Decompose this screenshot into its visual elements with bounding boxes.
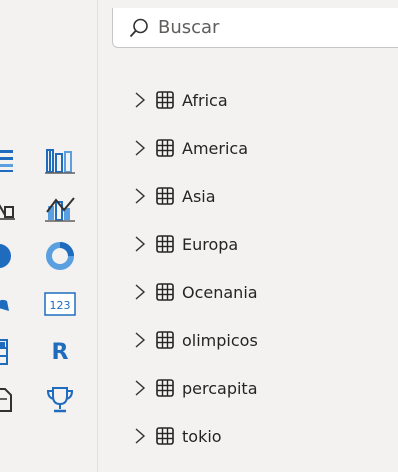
combo-chart-icon[interactable]: [42, 190, 78, 226]
matrix-icon[interactable]: [0, 142, 22, 178]
table-icon: [156, 139, 174, 157]
table-list: Africa America Asia Europa Ocenania olim…: [98, 76, 398, 460]
chevron-right-icon[interactable]: [133, 331, 147, 349]
table-icon: [156, 283, 174, 301]
card-icon[interactable]: 123: [42, 286, 78, 322]
table-visual-icon[interactable]: [0, 334, 22, 370]
table-item-label: Europa: [182, 234, 239, 254]
table-item-label: percapita: [182, 378, 258, 398]
chevron-right-icon[interactable]: [133, 283, 147, 301]
table-item-tokio[interactable]: tokio: [98, 412, 398, 460]
table-item-label: America: [182, 138, 248, 158]
chevron-right-icon[interactable]: [133, 91, 147, 109]
r-visual-label: R: [51, 339, 69, 365]
r-visual-icon[interactable]: R: [42, 334, 78, 370]
search-box[interactable]: [112, 8, 398, 48]
table-item-label: Asia: [182, 186, 216, 206]
table-item-europa[interactable]: Europa: [98, 220, 398, 268]
filled-map-icon[interactable]: [0, 238, 20, 274]
ribbon-chart-icon[interactable]: [42, 142, 78, 178]
card-icon-text: 123: [50, 299, 71, 312]
table-item-percapita[interactable]: percapita: [98, 364, 398, 412]
table-icon: [156, 187, 174, 205]
donut-chart-icon[interactable]: [42, 238, 78, 274]
table-item-label: Ocenania: [182, 282, 258, 302]
table-item-africa[interactable]: Africa: [98, 76, 398, 124]
data-pane: Africa America Asia Europa Ocenania: [98, 0, 398, 472]
table-icon: [156, 91, 174, 109]
shape-map-icon[interactable]: [0, 286, 22, 322]
chevron-right-icon[interactable]: [133, 139, 147, 157]
chevron-right-icon[interactable]: [133, 427, 147, 445]
table-icon: [156, 427, 174, 445]
trophy-icon[interactable]: [42, 382, 78, 418]
table-item-label: olimpicos: [182, 330, 258, 350]
chevron-right-icon[interactable]: [133, 379, 147, 397]
search-input[interactable]: [158, 17, 388, 38]
table-item-america[interactable]: America: [98, 124, 398, 172]
table-item-label: Africa: [182, 90, 228, 110]
table-item-asia[interactable]: Asia: [98, 172, 398, 220]
table-icon: [156, 235, 174, 253]
chevron-right-icon[interactable]: [133, 187, 147, 205]
table-item-label: tokio: [182, 426, 222, 446]
table-icon: [156, 331, 174, 349]
chevron-right-icon[interactable]: [133, 235, 147, 253]
table-item-ocenania[interactable]: Ocenania: [98, 268, 398, 316]
search-icon: [129, 18, 148, 37]
document-icon[interactable]: [0, 382, 22, 418]
table-icon: [156, 379, 174, 397]
app-root: 123 R Buscar Africa America Asia Europa …: [0, 0, 398, 472]
waterfall-chart-icon[interactable]: [0, 190, 22, 226]
table-item-olimpicos[interactable]: olimpicos: [98, 316, 398, 364]
visualizations-pane: 123 R: [0, 0, 97, 472]
